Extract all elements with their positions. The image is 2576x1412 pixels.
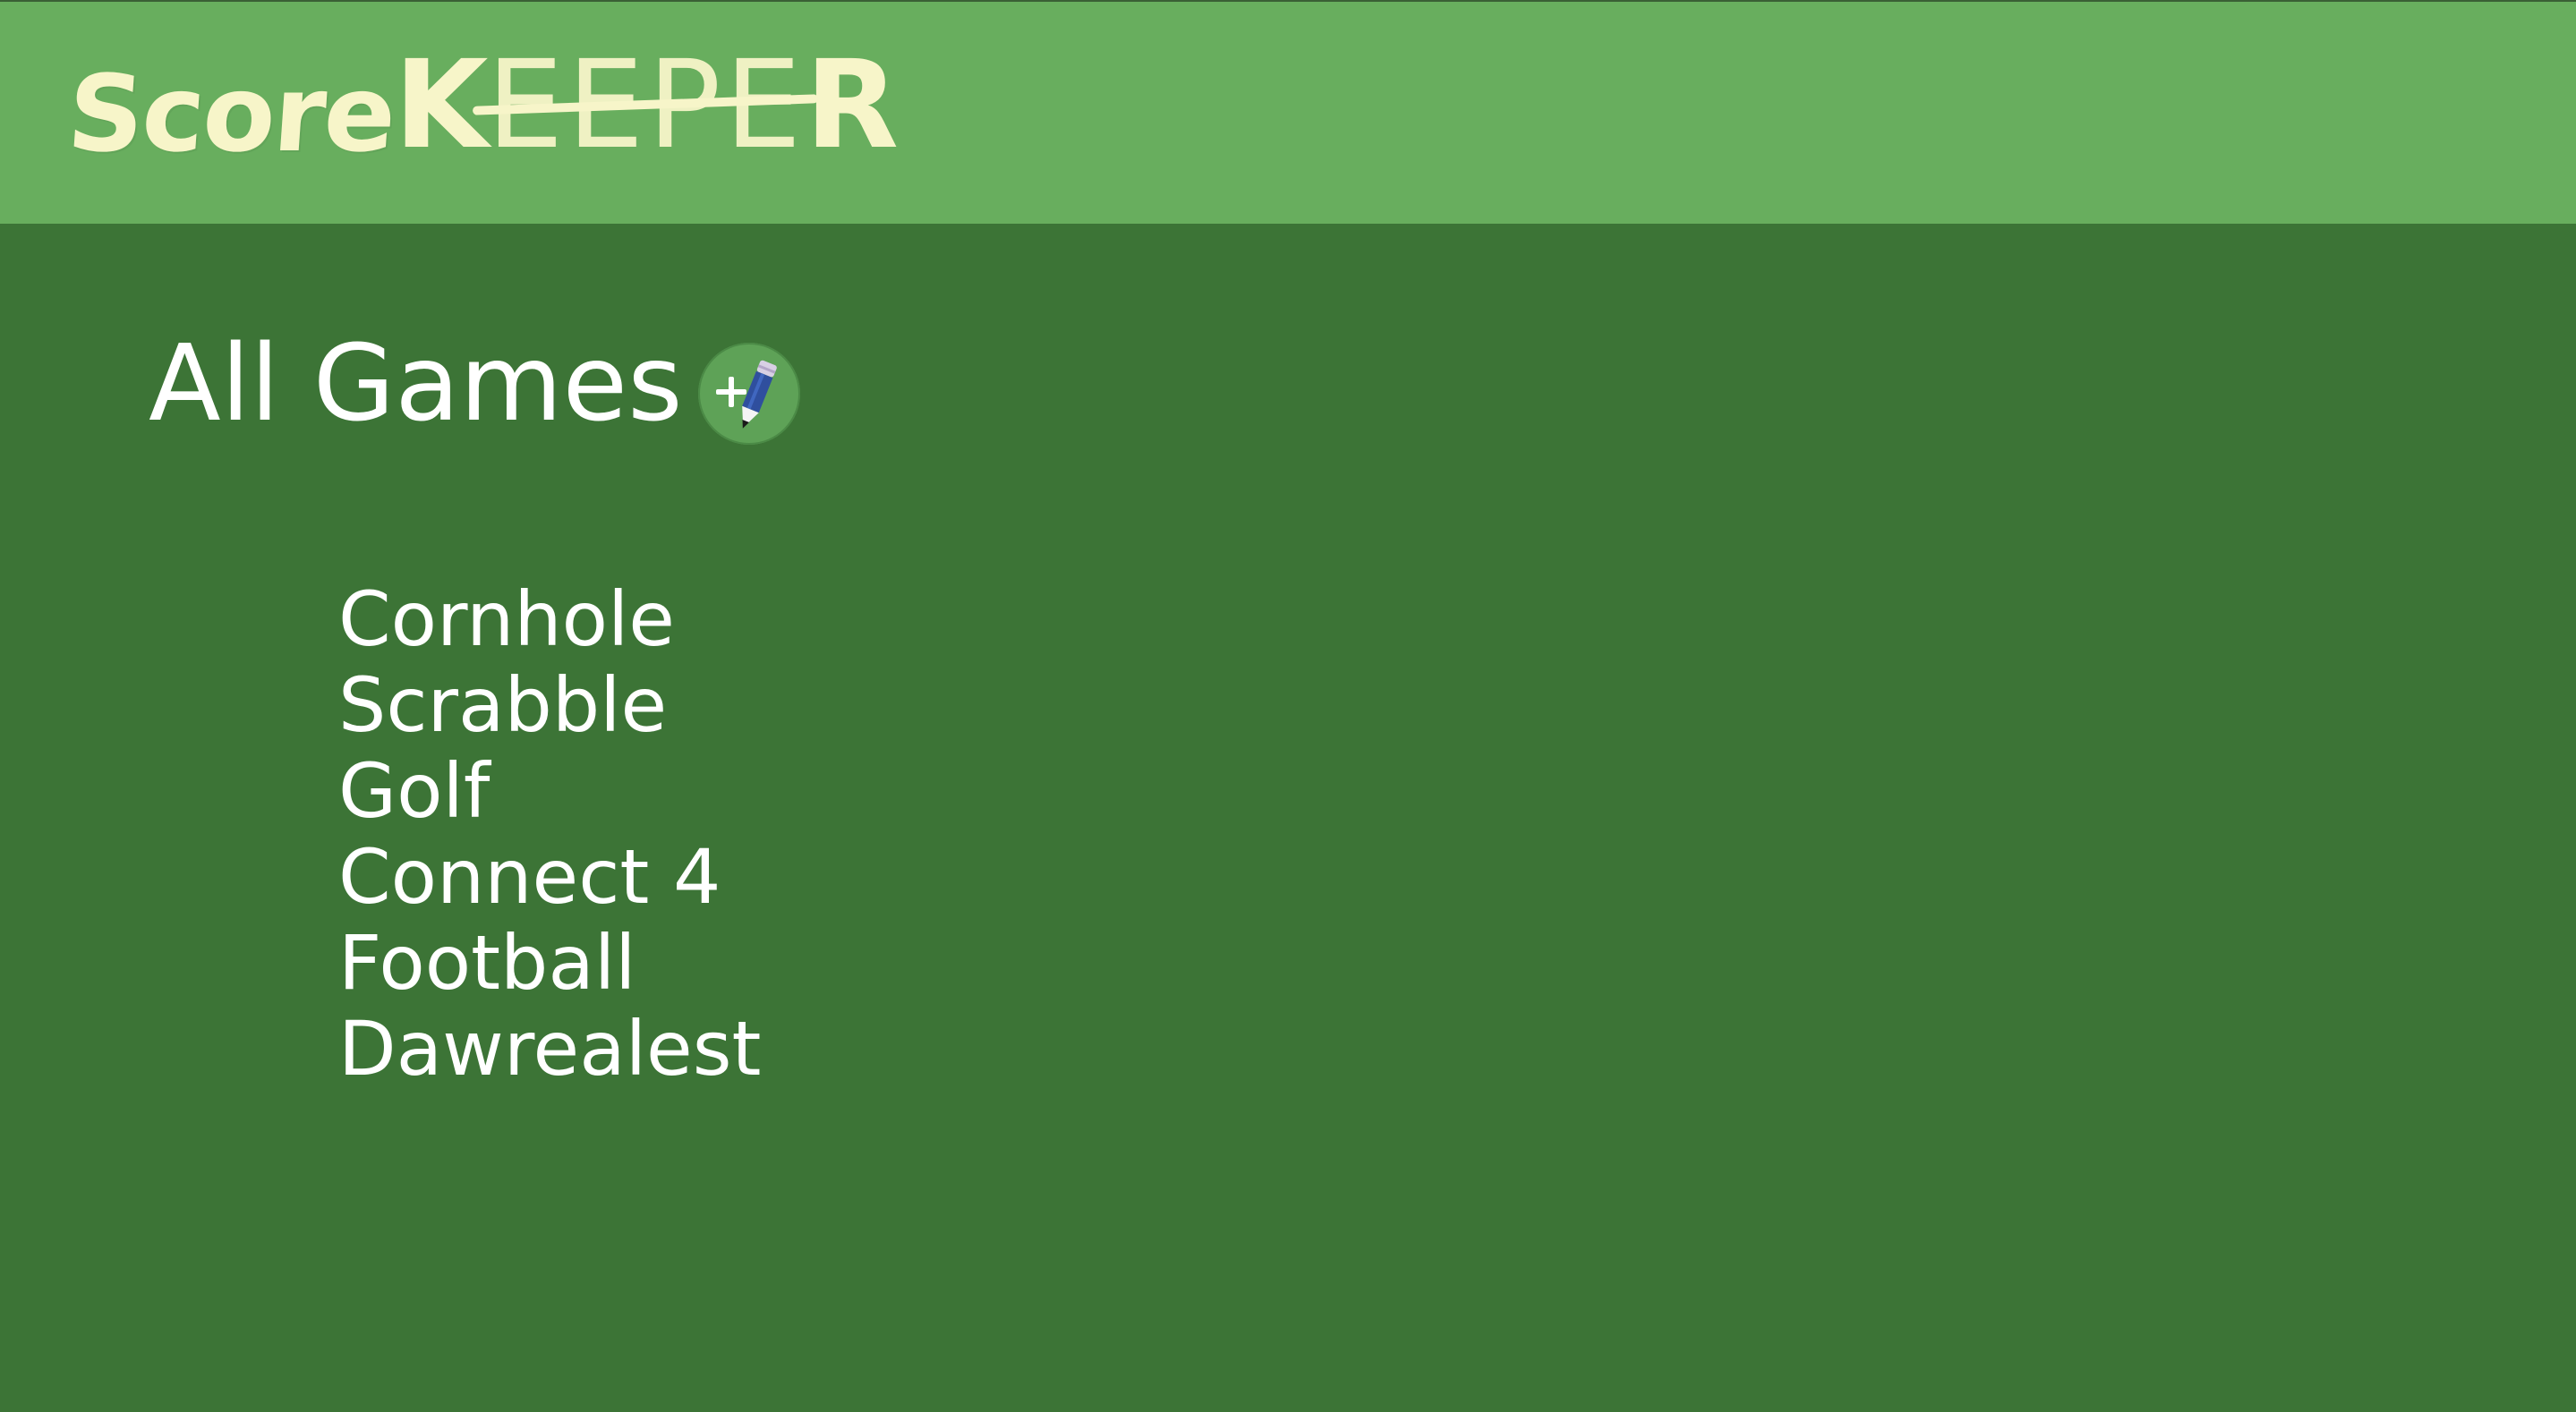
add-pencil-icon [716, 360, 777, 429]
game-item-golf[interactable]: Golf [338, 748, 761, 834]
scorekeeper-logo[interactable]: Score KEEPER [64, 32, 899, 175]
logo-keeper-text: KEEPER [394, 45, 899, 166]
game-item-scrabble[interactable]: Scrabble [338, 662, 761, 748]
game-item-cornhole[interactable]: Cornhole [338, 576, 761, 662]
logo-keeper-k: K [394, 35, 488, 176]
app-header: Score KEEPER [0, 0, 2576, 224]
game-item-dawrealest[interactable]: Dawrealest [338, 1006, 761, 1092]
add-game-button[interactable] [698, 343, 800, 445]
game-list: Cornhole Scrabble Golf Connect 4 Footbal… [338, 576, 761, 1092]
game-item-football[interactable]: Football [338, 920, 761, 1006]
logo-score-text: Score [64, 52, 399, 175]
logo-keeper-r: R [805, 35, 899, 176]
game-item-connect-4[interactable]: Connect 4 [338, 834, 761, 920]
page-title: All Games [149, 321, 683, 445]
